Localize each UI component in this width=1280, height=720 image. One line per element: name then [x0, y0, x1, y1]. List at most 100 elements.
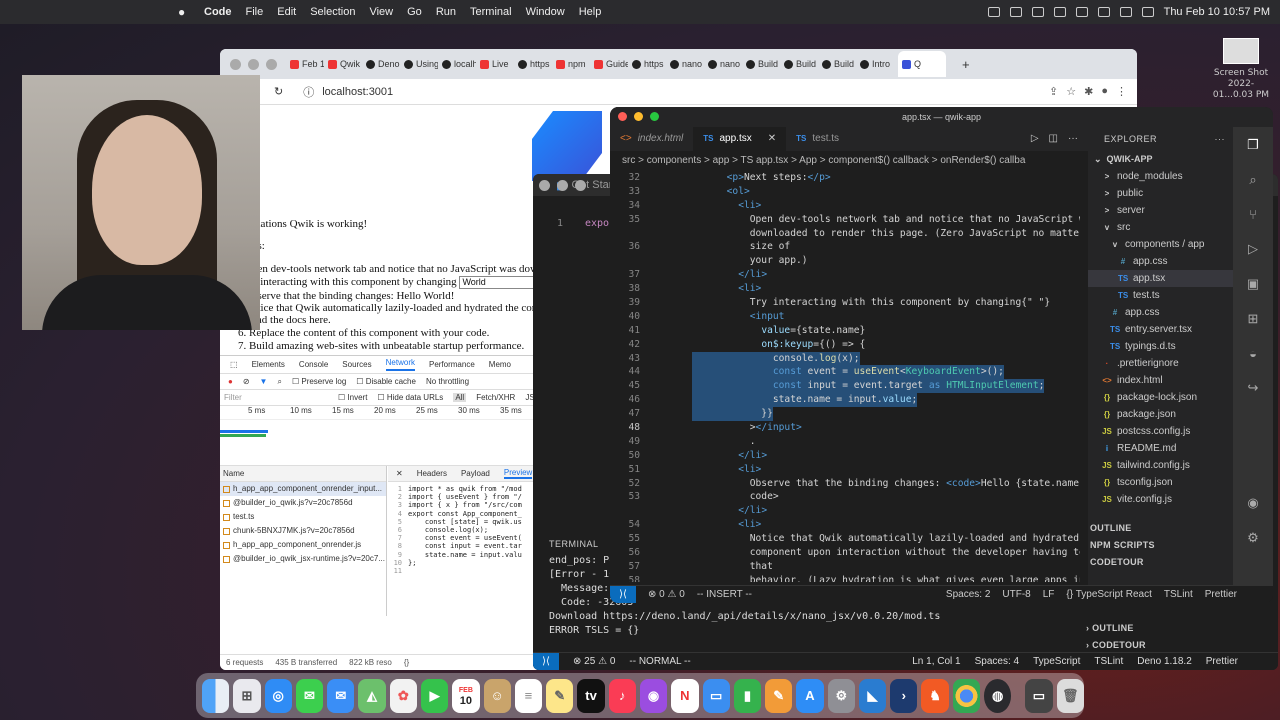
- outline-section[interactable]: › OUTLINE: [1078, 620, 1278, 637]
- menu-view[interactable]: View: [369, 6, 393, 18]
- mail-icon[interactable]: ✉: [327, 678, 355, 713]
- folder-item[interactable]: > public: [1088, 185, 1233, 202]
- calendar-icon[interactable]: FEB 10: [452, 678, 480, 713]
- new-tab-icon[interactable]: +: [962, 57, 970, 72]
- messages-icon[interactable]: ✉: [295, 678, 324, 713]
- code-line[interactable]: </li>: [610, 504, 1080, 518]
- record-icon[interactable]: ●: [228, 377, 233, 386]
- tab-payload[interactable]: Payload: [461, 469, 490, 478]
- invert-checkbox[interactable]: ☐ Invert: [338, 393, 367, 402]
- request-row[interactable]: @builder_io_qwik.js?v=20c7856d: [220, 496, 386, 510]
- file-item[interactable]: <> index.html: [1088, 372, 1233, 389]
- bookmark-star-icon[interactable]: ☆: [1066, 85, 1076, 98]
- filter-all[interactable]: All: [453, 393, 467, 402]
- menu-go[interactable]: Go: [407, 6, 422, 18]
- filter-input[interactable]: Filter: [224, 393, 328, 402]
- browser-tab[interactable]: Feb 1: [290, 59, 324, 69]
- accounts-icon[interactable]: ◉: [1247, 495, 1258, 511]
- contacts-icon[interactable]: ☺: [483, 678, 511, 713]
- browser-tab[interactable]: npm: [556, 59, 590, 69]
- code-line[interactable]: 44 const event = useEvent<KeyboardEvent>…: [610, 365, 1080, 380]
- chrome-icon[interactable]: [952, 678, 981, 713]
- control-center-icon[interactable]: [1141, 7, 1154, 17]
- format-icon[interactable]: {}: [404, 658, 409, 667]
- preserve-log-checkbox[interactable]: ☐ Preserve log: [292, 377, 346, 386]
- browser-tab[interactable]: Guide: [594, 59, 628, 69]
- browser-tab[interactable]: https: [632, 59, 666, 69]
- notes-icon[interactable]: ✎: [546, 678, 574, 713]
- menu-help[interactable]: Help: [579, 6, 602, 18]
- language-mode[interactable]: {} TypeScript React: [1066, 589, 1151, 600]
- code-line[interactable]: 35 Open dev-tools network tab and notice…: [610, 213, 1080, 227]
- news-icon[interactable]: N: [671, 678, 699, 713]
- more-icon[interactable]: ···: [1215, 127, 1234, 151]
- search-icon[interactable]: [1119, 7, 1132, 17]
- code-line[interactable]: 47 }}: [610, 407, 1080, 422]
- menu-run[interactable]: Run: [436, 6, 456, 18]
- explorer-section[interactable]: NPM SCRIPTS: [1088, 537, 1233, 554]
- minimize-button[interactable]: [557, 180, 568, 191]
- codetour-section[interactable]: › CODETOUR: [1078, 637, 1278, 654]
- file-item[interactable]: {} package.json: [1088, 406, 1233, 423]
- file-item[interactable]: i README.md: [1088, 440, 1233, 457]
- prettier-status[interactable]: Prettier: [1206, 656, 1278, 667]
- file-item[interactable]: # app.css: [1088, 253, 1233, 270]
- tslint-status[interactable]: TSLint: [1164, 589, 1193, 600]
- desktop-screenshot-file[interactable]: Screen Shot 2022-01...0.03 PM: [1210, 38, 1272, 101]
- code-line[interactable]: 49 .: [610, 435, 1080, 449]
- tab-headers[interactable]: Headers: [417, 469, 447, 478]
- browser-tab[interactable]: Live: [480, 59, 514, 69]
- close-button[interactable]: [539, 180, 550, 191]
- tab-preview[interactable]: Preview: [503, 468, 533, 479]
- code-line[interactable]: 58 behavior. (Lazy hydration is what giv…: [610, 574, 1080, 582]
- code-line[interactable]: 33 <ol>: [610, 185, 1080, 199]
- code-editor[interactable]: 32 <p>Next steps:</p> 33 <ol> 34 <li> 35 Op…: [610, 171, 1080, 582]
- browser-tab[interactable]: nano: [670, 59, 704, 69]
- request-row[interactable]: chunk-5BNXJ7MK.js?v=20c7856d: [220, 524, 386, 538]
- inspect-icon[interactable]: ⬚: [230, 360, 238, 369]
- file-item[interactable]: JS tailwind.config.js: [1088, 457, 1233, 474]
- keynote-icon[interactable]: ▭: [702, 678, 730, 713]
- indentation[interactable]: Spaces: 4: [975, 656, 1019, 667]
- code-line[interactable]: 32 <p>Next steps:</p>: [610, 171, 1080, 185]
- request-list-header[interactable]: Name: [220, 466, 386, 482]
- search-icon[interactable]: ⌕: [277, 377, 281, 387]
- code-line[interactable]: 45 const input = event.target as HTMLInp…: [610, 379, 1080, 394]
- menu-window[interactable]: Window: [526, 6, 565, 18]
- menu-terminal[interactable]: Terminal: [470, 6, 512, 18]
- code-line[interactable]: 43 console.log(x);: [610, 351, 1080, 366]
- folder-item[interactable]: > node_modules: [1088, 168, 1233, 185]
- browser-tab[interactable]: Deno: [366, 59, 400, 69]
- code-line[interactable]: 38 <li>: [610, 282, 1080, 296]
- hide-data-urls-checkbox[interactable]: ☐ Hide data URLs: [377, 393, 443, 402]
- code-line[interactable]: 56 component upon interaction without th…: [610, 546, 1080, 560]
- obs-icon[interactable]: ◍: [984, 678, 1012, 713]
- clock[interactable]: Thu Feb 10 10:57 PM: [1164, 6, 1270, 18]
- throttling-select[interactable]: No throttling: [426, 377, 469, 386]
- file-item[interactable]: # app.css: [1088, 304, 1233, 321]
- podcasts-icon[interactable]: ◉: [639, 678, 668, 713]
- reload-icon[interactable]: ↻: [274, 85, 283, 98]
- menu-file[interactable]: File: [246, 6, 264, 18]
- more-icon[interactable]: ···: [1068, 127, 1078, 151]
- tab-memory[interactable]: Memo: [489, 360, 511, 369]
- problems-indicator[interactable]: ⊗ 0 ⚠ 0: [648, 589, 685, 600]
- extensions-icon[interactable]: ⊞: [1248, 311, 1259, 327]
- browser-tab[interactable]: localh: [442, 59, 476, 69]
- code-line[interactable]: 53 code>: [610, 490, 1080, 504]
- name-input[interactable]: World: [459, 276, 542, 289]
- filter-icon[interactable]: ▼: [260, 377, 268, 386]
- settings-gear-icon[interactable]: ⚙: [1247, 530, 1259, 546]
- system-preferences-icon[interactable]: ⚙: [827, 678, 855, 713]
- file-item[interactable]: {} tsconfig.json: [1088, 474, 1233, 491]
- battery-icon[interactable]: [1075, 7, 1088, 17]
- zoom-button[interactable]: [650, 112, 659, 121]
- remote-explorer-icon[interactable]: ▣: [1247, 276, 1259, 292]
- safari-icon[interactable]: ◎: [264, 678, 292, 713]
- run-debug-icon[interactable]: ▷: [1248, 241, 1258, 257]
- docker-icon[interactable]: ◒: [1249, 346, 1257, 361]
- folder-item[interactable]: > server: [1088, 202, 1233, 219]
- minimize-button[interactable]: [248, 59, 259, 70]
- code-line[interactable]: 54 <li>: [610, 518, 1080, 532]
- remote-icon[interactable]: ⟩⟨: [533, 652, 559, 670]
